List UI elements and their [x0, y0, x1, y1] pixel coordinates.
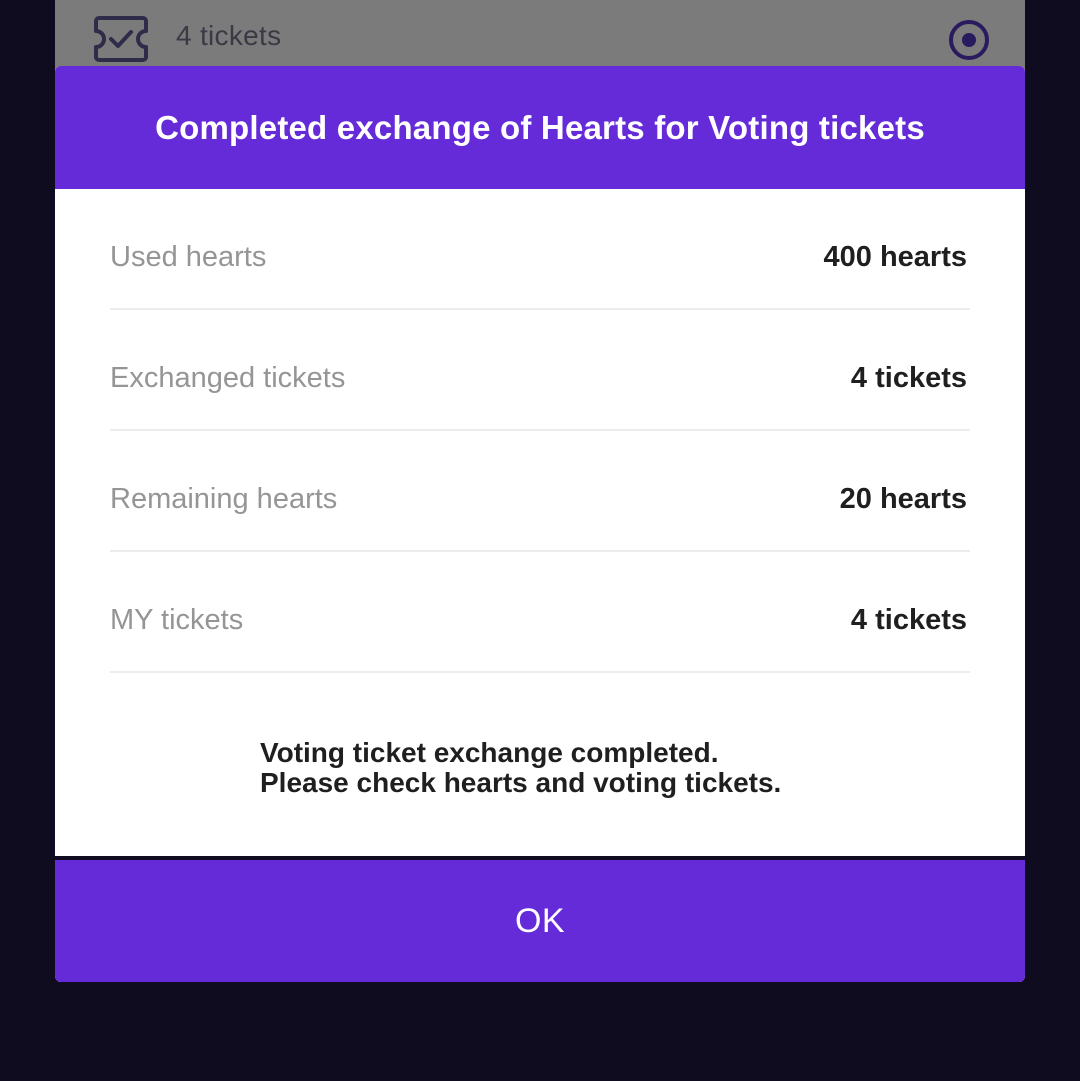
info-label: MY tickets — [110, 604, 244, 636]
message-line-1: Voting ticket exchange completed. — [260, 737, 719, 768]
info-label: Exchanged tickets — [110, 362, 346, 394]
info-value: 4 tickets — [850, 362, 967, 394]
exchange-complete-dialog: Completed exchange of Hearts for Voting … — [55, 66, 1025, 982]
info-row-used-hearts: Used hearts 400 hearts — [110, 189, 970, 310]
info-row-my-tickets: MY tickets 4 tickets — [110, 552, 970, 673]
dialog-header: Completed exchange of Hearts for Voting … — [55, 66, 1025, 189]
info-value: 20 hearts — [839, 483, 967, 515]
dialog-body: Used hearts 400 hearts Exchanged tickets… — [55, 189, 1025, 856]
ok-button-label: OK — [514, 901, 566, 940]
ticket-option-label: 4 tickets — [176, 20, 282, 51]
info-label: Used hearts — [110, 241, 267, 273]
info-row-remaining-hearts: Remaining hearts 20 hearts — [110, 431, 970, 552]
info-value: 400 hearts — [823, 241, 968, 273]
ticket-check-icon — [93, 14, 149, 64]
ok-button[interactable]: OK — [55, 860, 1025, 982]
message-line-2: Please check hearts and voting tickets. — [260, 767, 782, 798]
info-value: 4 tickets — [850, 604, 967, 636]
radio-selected-icon[interactable] — [947, 18, 991, 62]
info-label: Remaining hearts — [110, 483, 338, 515]
info-row-exchanged-tickets: Exchanged tickets 4 tickets — [110, 310, 970, 431]
completion-message: Voting ticket exchange completed. Please… — [260, 738, 781, 798]
dialog-title: Completed exchange of Hearts for Voting … — [155, 108, 925, 146]
